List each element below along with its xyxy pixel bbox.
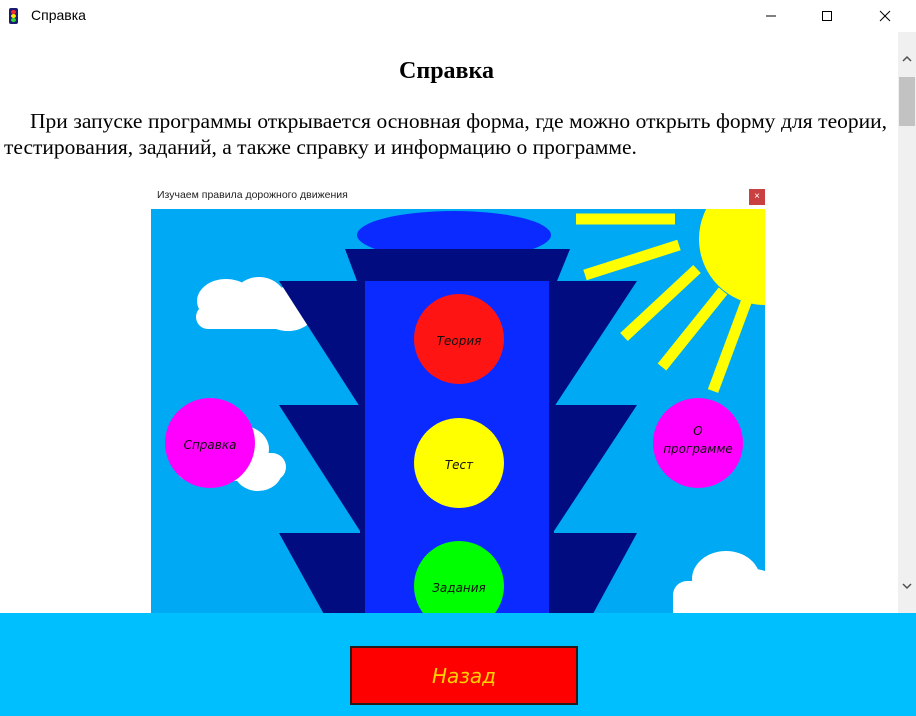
test-light-button: Тест (414, 418, 504, 508)
theory-light-label: Теория (437, 334, 482, 348)
window-title: Справка (31, 7, 86, 23)
bottom-panel: Назад (0, 613, 916, 716)
back-button[interactable]: Назад (350, 646, 578, 705)
title-bar: Справка (0, 0, 916, 32)
screenshot-title: Изучаем правила дорожного движения (157, 189, 348, 201)
help-paragraph: При запуске программы открывается основн… (4, 109, 887, 159)
maximize-button[interactable] (804, 0, 850, 32)
screenshot-close-icon: × (749, 189, 765, 205)
close-icon (879, 10, 891, 22)
scroll-down-icon[interactable] (902, 582, 912, 590)
help-circle-label: Справка (184, 438, 237, 452)
maximize-icon (822, 11, 832, 21)
scrollbar-thumb[interactable] (899, 77, 915, 126)
tasks-light-label: Задания (432, 581, 486, 595)
screenshot-title-bar: Изучаем правила дорожного движения × (151, 185, 765, 209)
about-circle-label-line1: О (693, 424, 702, 438)
close-button[interactable] (862, 0, 908, 32)
help-content: Справка При запуске программы открываетс… (0, 32, 898, 613)
vertical-scrollbar[interactable] (898, 32, 916, 613)
traffic-light-edge (549, 281, 554, 613)
traffic-light-edge (360, 281, 365, 613)
help-circle-button: Справка (165, 398, 255, 488)
scroll-up-icon[interactable] (902, 55, 912, 63)
minimize-button[interactable] (748, 0, 794, 32)
about-circle-button: О программе (653, 398, 743, 488)
main-form-screenshot: Изучаем правила дорожного движения × Тео… (151, 185, 765, 613)
minimize-icon (766, 15, 776, 17)
about-circle-label-line2: программе (663, 442, 733, 456)
traffic-light-icon (9, 8, 18, 24)
traffic-light-visor (345, 249, 570, 281)
theory-light-button: Теория (414, 294, 504, 384)
help-heading: Справка (399, 58, 494, 84)
main-form-illustration: Теория Тест Задания Справка О программе (151, 209, 765, 613)
test-light-label: Тест (445, 458, 474, 472)
